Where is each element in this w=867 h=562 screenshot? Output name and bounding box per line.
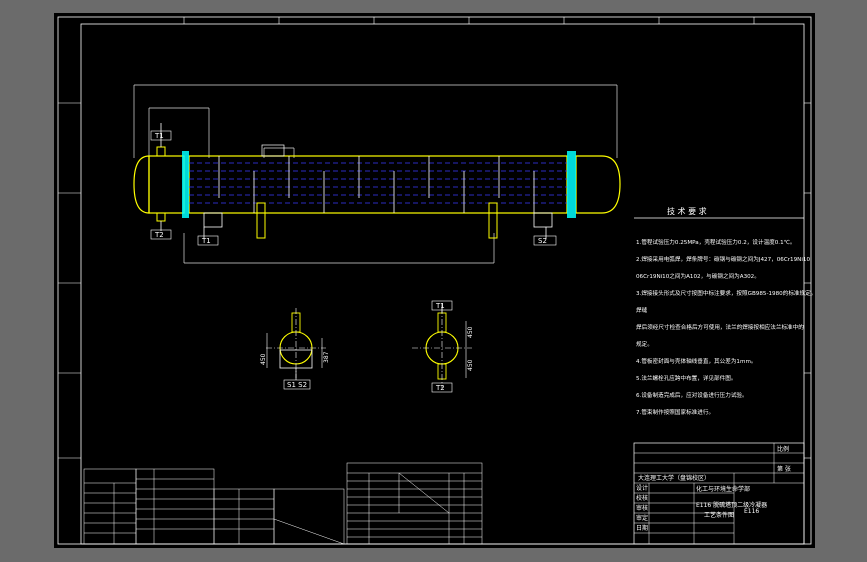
nozzle-t1-support: T1 [197,235,219,246]
title-block: 大连理工大学（盘锦校区） 化工与环境生命学部 E116 脱硫塔顶二级冷凝器 工艺… [633,442,805,545]
section-left-dim-a: 450 [260,353,267,365]
drawing-viewport[interactable]: T1 T2 T1 S2 450 387 S1 S2 450 450 T1 T2 … [54,13,815,548]
inner-frame [80,23,805,545]
cad-drawing: T1 T2 T1 S2 450 387 S1 S2 450 450 T1 T2 … [57,16,815,545]
title-row-review: 审核 [636,504,648,512]
nozzle-t1-label: T1 [154,132,164,140]
nozzle-labels: T1 T2 T1 S2 [150,130,557,246]
section-left-label: S1 S2 [283,368,311,390]
section-right-top-label: T1 [435,302,445,310]
title-row-design: 设计 [636,484,648,492]
nozzle-t1-support-label: T1 [201,237,211,245]
tech-note-8: 4.管板密封面与壳体轴线垂直，其公差为1mm。 [636,357,756,365]
title-drawing-subtitle: 工艺条件图 [704,511,734,519]
nozzle-t2-label: T2 [154,231,164,239]
tech-note-7: 规定。 [636,340,653,348]
title-school: 大连理工大学（盘锦校区） [638,474,710,482]
section-right-dim-a: 450 [467,326,474,338]
tech-note-5: 焊缝 [636,306,648,314]
tech-note-3: 06Cr19Ni10之间为A102，与碳钢之间为A302。 [636,272,760,280]
tech-note-11: 7.管束制作按照国家标准进行。 [636,408,714,416]
heat-exchanger-shell [133,144,621,239]
tech-note-2: 2.焊接采用电弧焊，焊条牌号：碳钢与碳钢之间为J427，06Cr19Ni10 [636,255,810,263]
section-left-dim-b: 387 [323,351,330,363]
right-tubesheet-flange [567,151,576,218]
tech-note-10: 6.设备制造完成后，应对设备进行压力试验。 [636,391,748,399]
title-row-date: 日期 [636,524,648,532]
title-row-check: 校核 [636,494,648,502]
revision-tables [83,462,483,545]
title-sheet: 第 张 [777,465,791,473]
tech-note-1: 1.管程试验压力0.25MPa，壳程试验压力0.2，设计温度0.1℃。 [636,238,796,246]
tech-req-title: 技 术 要 求 [667,206,707,216]
tech-note-9: 5.法兰螺栓孔应跨中布置，详见部件图。 [636,374,736,382]
technical-requirements: 技 术 要 求 1.管程试验压力0.25MPa，壳程试验压力0.2，设计温度0.… [634,206,815,416]
section-left-label-text: S1 S2 [287,381,307,389]
section-right-bottom-label: T2 [435,384,445,392]
nozzle-t1-top: T1 [150,130,172,141]
title-dept: 化工与环境生命学部 [696,485,750,493]
left-tubesheet-flange [182,151,189,218]
section-right-dim-b: 450 [467,359,474,371]
outer-frame [57,16,812,545]
tech-note-6: 焊后须经尺寸检查合格后方可使用，法兰的焊接按相应法兰标准中的 [636,323,804,331]
title-row-approve: 审定 [636,514,648,522]
tech-note-4: 3.焊接接头形式及尺寸按图中标注要求，按照GB985-1980的标准规定。 [636,289,815,297]
title-scale: 比例 [777,445,789,453]
nozzle-s2-label: S2 [538,237,547,245]
nozzle-t2-bottom: T2 [150,229,172,240]
nozzle-s2: S2 [533,235,557,246]
title-code: E116 [744,508,759,515]
